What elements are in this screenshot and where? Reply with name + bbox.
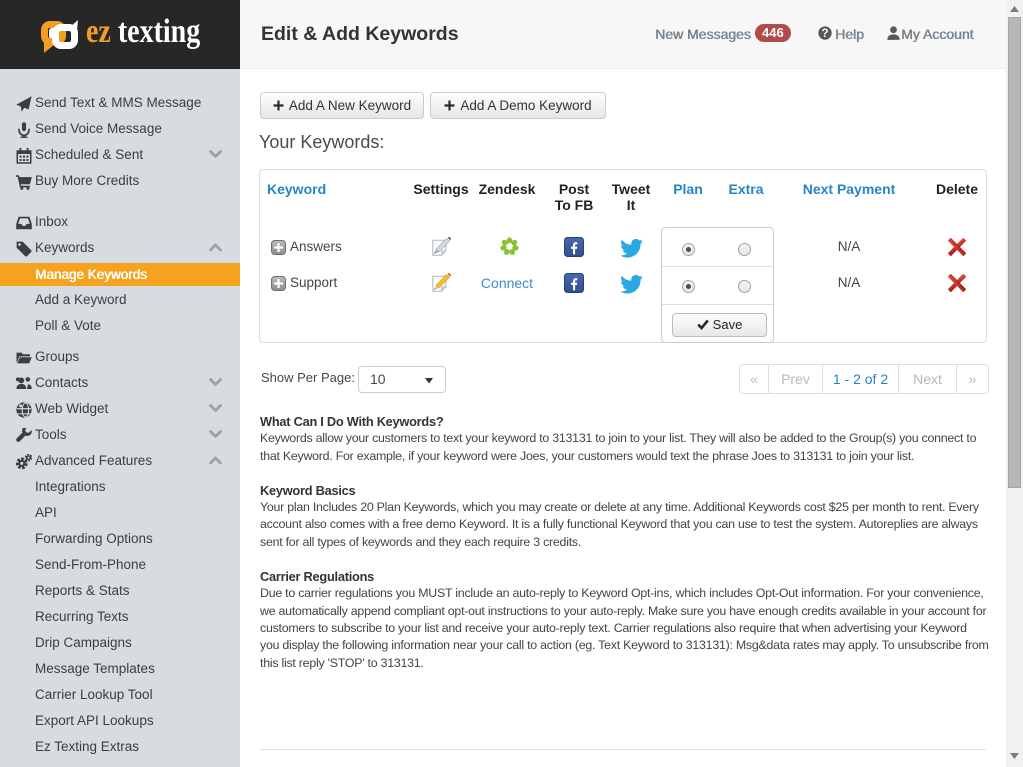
svg-text:?: ? (821, 26, 828, 40)
svg-text:ez texting: ez texting (86, 11, 201, 49)
